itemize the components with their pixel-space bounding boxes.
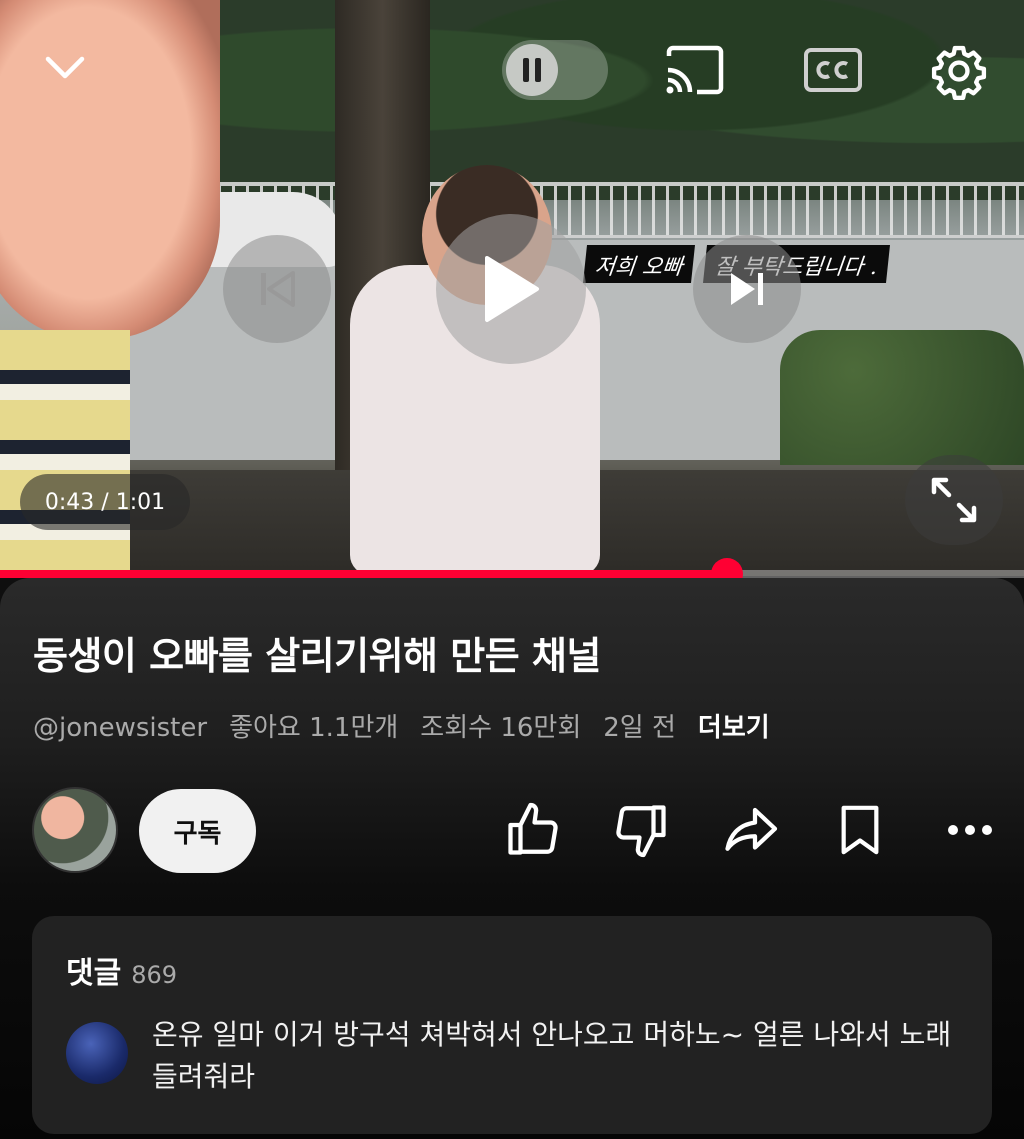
save-bookmark-icon[interactable] bbox=[828, 798, 892, 862]
more-description-link[interactable]: 더보기 bbox=[698, 707, 770, 744]
minimize-chevron-down-icon[interactable] bbox=[30, 40, 100, 95]
top-comment-text: 온유 일마 이거 방구석 쳐박혀서 안나오고 머하노~ 얼른 나와서 노래 들려… bbox=[152, 1018, 952, 1093]
closed-captions-icon[interactable] bbox=[800, 40, 866, 100]
progress-fill bbox=[0, 570, 728, 578]
cast-icon[interactable] bbox=[660, 40, 728, 100]
commenter-avatar bbox=[66, 1022, 128, 1084]
like-thumbs-up-icon[interactable] bbox=[501, 798, 565, 862]
playback-time: 0:43 / 1:01 bbox=[20, 474, 190, 530]
comments-count: 869 bbox=[131, 961, 178, 989]
caption-overlay-text: 저희 오빠 bbox=[583, 245, 695, 283]
video-player[interactable]: 저희 오빠 잘 부탁드립니다 . bbox=[0, 0, 1024, 576]
comments-header: 댓글 869 bbox=[66, 948, 177, 992]
video-metadata[interactable]: @jonewsister 좋아요 1.1만개 조회수 16만회 2일 전 더보기 bbox=[33, 707, 770, 744]
autoplay-toggle[interactable] bbox=[502, 40, 608, 100]
view-count: 조회수 16만회 bbox=[420, 713, 582, 743]
video-frame-hedge bbox=[780, 330, 1024, 465]
comments-card[interactable]: 댓글 869 온유 일마 이거 방구석 쳐박혀서 안나오고 머하노~ 얼른 나와… bbox=[32, 916, 992, 1134]
subscribe-button[interactable]: 구독 bbox=[139, 789, 256, 873]
fullscreen-expand-icon[interactable] bbox=[905, 455, 1003, 545]
video-title[interactable]: 동생이 오빠를 살리기위해 만든 채널 bbox=[33, 625, 601, 680]
channel-avatar[interactable] bbox=[32, 787, 118, 873]
channel-handle[interactable]: @jonewsister bbox=[33, 713, 207, 743]
play-icon[interactable] bbox=[436, 214, 586, 364]
video-progress-bar[interactable] bbox=[0, 558, 1024, 590]
upload-age: 2일 전 bbox=[603, 713, 676, 743]
video-frame-trees bbox=[200, 0, 1024, 200]
share-arrow-icon[interactable] bbox=[718, 798, 782, 862]
settings-gear-icon[interactable] bbox=[926, 38, 992, 104]
dislike-thumbs-down-icon[interactable] bbox=[609, 798, 673, 862]
previous-video-icon[interactable] bbox=[223, 235, 331, 343]
next-video-icon[interactable] bbox=[693, 235, 801, 343]
comments-label: 댓글 bbox=[66, 956, 122, 991]
pause-icon bbox=[506, 44, 558, 96]
more-options-icon[interactable] bbox=[938, 798, 1002, 862]
like-count: 좋아요 1.1만개 bbox=[229, 713, 399, 743]
